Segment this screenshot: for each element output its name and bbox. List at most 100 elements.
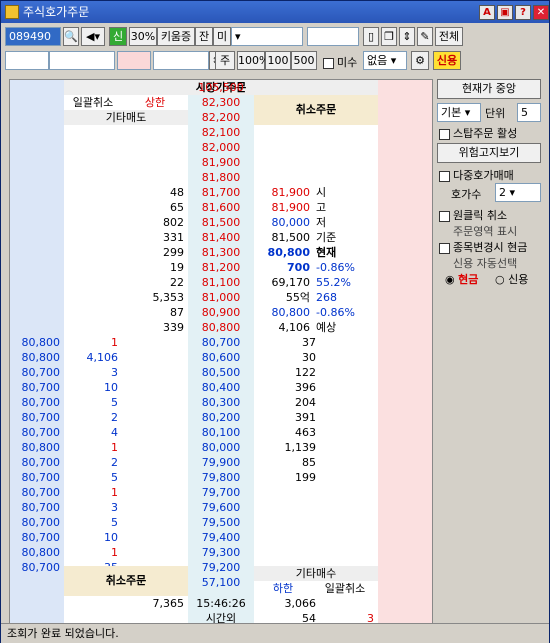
- auto-select-checkbox[interactable]: 종목변경시 현금: [439, 239, 527, 255]
- window-title: 주식호가주문: [23, 5, 90, 19]
- bid-price[interactable]: 79,400: [188, 530, 254, 545]
- doc-icon[interactable]: ▯: [363, 27, 379, 46]
- trade-qty: 1: [111, 486, 118, 499]
- bid-price[interactable]: 80,100: [188, 425, 254, 440]
- bid-qty: [254, 485, 320, 500]
- price-field[interactable]: [153, 51, 209, 70]
- one-click-checkbox[interactable]: 원클릭 취소: [439, 207, 507, 223]
- search-icon[interactable]: 🔍: [63, 27, 79, 46]
- levels-select[interactable]: 2 ▾: [495, 183, 541, 202]
- order-book: 시장가주문 일괄취소 상한 기타매도 취소주문 105,500 82,300 82,…: [9, 79, 433, 625]
- trade-price: 80,700: [21, 561, 61, 574]
- bulk-cancel-buy[interactable]: 일괄취소: [312, 581, 378, 596]
- ask-price[interactable]: 82,000: [188, 140, 254, 155]
- stock-code-input[interactable]: 089490: [5, 27, 61, 46]
- ask-price[interactable]: 82,200: [188, 110, 254, 125]
- multi-quote-box[interactable]: [439, 170, 450, 182]
- trade-qty: 10: [104, 381, 118, 394]
- pct100-button[interactable]: 100%: [237, 51, 269, 70]
- updown-icon[interactable]: ⇕: [399, 27, 415, 46]
- ask-price[interactable]: 81,800: [188, 170, 254, 185]
- ask-price[interactable]: 81,200: [188, 260, 254, 275]
- ask-price[interactable]: 81,900: [188, 155, 254, 170]
- trade-price: 80,700: [21, 501, 61, 514]
- jan-button[interactable]: 잔: [195, 27, 213, 46]
- qty-field-3[interactable]: [117, 51, 151, 70]
- ask-price[interactable]: 80,800: [188, 320, 254, 335]
- bid-price[interactable]: 80,300: [188, 395, 254, 410]
- other-buy-button[interactable]: 기타매수: [254, 566, 378, 581]
- ask-price[interactable]: 82,100: [188, 125, 254, 140]
- misu-box[interactable]: [323, 57, 334, 69]
- close-icon[interactable]: ✕: [533, 5, 549, 20]
- mi-button[interactable]: 미: [213, 27, 231, 46]
- ju-button[interactable]: 주: [215, 51, 235, 70]
- ask-price[interactable]: 105,500: [188, 80, 254, 95]
- bid-price[interactable]: 80,600: [188, 350, 254, 365]
- bid-price[interactable]: 80,000: [188, 440, 254, 455]
- ask-qty: [64, 95, 188, 110]
- ask-price[interactable]: 81,000: [188, 290, 254, 305]
- multi-quote-checkbox[interactable]: 다중호가매매: [439, 167, 514, 183]
- qty-field-2[interactable]: [49, 51, 115, 70]
- trade-qty: 2: [111, 456, 118, 469]
- levels-select-value: 2: [499, 186, 506, 199]
- risk-notice-button[interactable]: 위험고지보기: [437, 143, 541, 163]
- cash-radio[interactable]: ◉ 현금: [445, 271, 478, 287]
- all-button[interactable]: 전체: [435, 27, 463, 46]
- bid-price[interactable]: 80,500: [188, 365, 254, 380]
- qty-field-1[interactable]: [5, 51, 49, 70]
- password-field[interactable]: [307, 27, 359, 46]
- center-price-button[interactable]: 현재가 중앙: [437, 79, 541, 99]
- ask-price[interactable]: 81,700: [188, 185, 254, 200]
- stop-order-box[interactable]: [439, 128, 450, 140]
- bid-price[interactable]: 79,900: [188, 455, 254, 470]
- speaker-icon[interactable]: ◀▾: [81, 27, 105, 46]
- copy-icon[interactable]: ❐: [381, 27, 397, 46]
- info-value: 69,170: [271, 276, 311, 289]
- bid-price[interactable]: 79,800: [188, 470, 254, 485]
- ask-price[interactable]: 81,600: [188, 200, 254, 215]
- gear-icon[interactable]: ⚙: [411, 51, 429, 70]
- q100-button[interactable]: 100: [265, 51, 291, 70]
- ask-price[interactable]: 82,300: [188, 95, 254, 110]
- ask-price[interactable]: 81,500: [188, 215, 254, 230]
- basic-select[interactable]: 기본 ▾: [437, 103, 481, 122]
- help-icon[interactable]: ?: [515, 5, 531, 20]
- bid-price[interactable]: 57,100: [188, 575, 254, 590]
- bid-price[interactable]: 79,200: [188, 560, 254, 575]
- pct-button[interactable]: 30%: [129, 27, 157, 46]
- bid-price[interactable]: 79,600: [188, 500, 254, 515]
- unit-field[interactable]: 5: [517, 103, 541, 122]
- shin-button[interactable]: 신: [109, 27, 127, 46]
- cancel-order-top[interactable]: 취소주문: [254, 95, 378, 125]
- account-select[interactable]: ▾: [231, 27, 303, 46]
- ask-price[interactable]: 81,400: [188, 230, 254, 245]
- right-pink-col: [378, 80, 432, 624]
- cancel-order-bottom[interactable]: 취소주문: [64, 566, 188, 596]
- ask-price[interactable]: 81,300: [188, 245, 254, 260]
- q500-button[interactable]: 500: [291, 51, 317, 70]
- bid-price[interactable]: 79,700: [188, 485, 254, 500]
- bid-price[interactable]: 79,300: [188, 545, 254, 560]
- font-icon[interactable]: A: [479, 5, 495, 20]
- bid-qty: [254, 530, 320, 545]
- credit-radio[interactable]: ○ 신용: [495, 271, 528, 287]
- broker-button[interactable]: 키움증: [157, 27, 195, 46]
- bid-price[interactable]: 80,200: [188, 410, 254, 425]
- stop-order-checkbox[interactable]: 스탑주문 활성: [439, 125, 517, 141]
- ask-price[interactable]: 80,900: [188, 305, 254, 320]
- bid-price[interactable]: 80,400: [188, 380, 254, 395]
- bid-qty: 122: [295, 366, 316, 379]
- misu-checkbox[interactable]: 미수: [323, 54, 357, 70]
- pencil-icon[interactable]: ✎: [417, 27, 433, 46]
- ask-price[interactable]: 81,100: [188, 275, 254, 290]
- bid-price[interactable]: 79,500: [188, 515, 254, 530]
- credit-button[interactable]: 신용: [433, 51, 461, 70]
- auto-select-box[interactable]: [439, 242, 450, 254]
- bid-price[interactable]: 80,700: [188, 335, 254, 350]
- one-click-box[interactable]: [439, 210, 450, 222]
- pin-icon[interactable]: ▣: [497, 5, 513, 20]
- misu-select[interactable]: 없음 ▾: [363, 51, 407, 70]
- trade-qty: 10: [104, 531, 118, 544]
